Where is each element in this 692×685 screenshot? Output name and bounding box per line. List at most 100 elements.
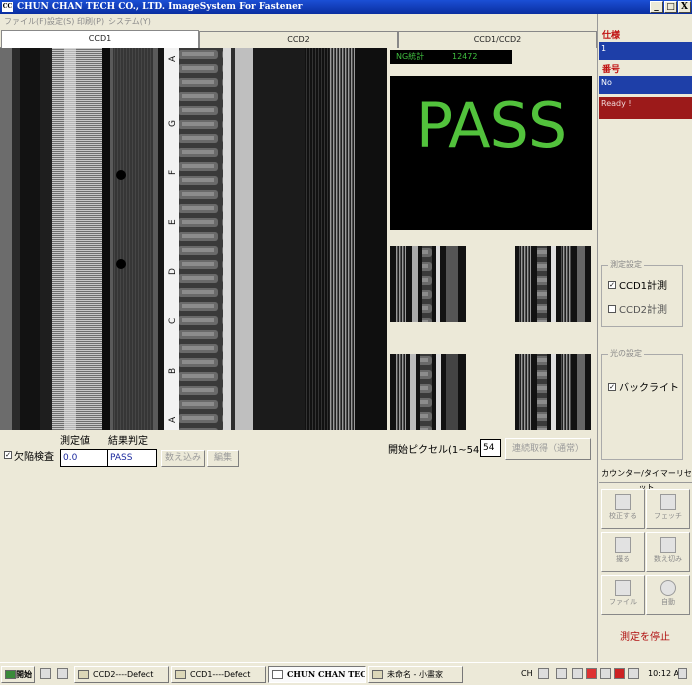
light-settings-title: 光の設定 — [608, 348, 644, 359]
backlight-label: バックライト — [619, 383, 679, 394]
thumbnail-3[interactable] — [390, 354, 466, 430]
recalc-button[interactable]: 数え込み — [161, 450, 205, 467]
title-bar[interactable]: CC CHUN CHAN TECH CO., LTD. ImageSystem … — [0, 0, 692, 14]
ng-label: NG統計 — [396, 52, 425, 61]
ruler-letter: D — [168, 268, 178, 275]
backlight-checkbox[interactable]: ✓ — [608, 383, 616, 391]
judge-value-field[interactable]: PASS — [107, 449, 157, 467]
file-label: ファイル — [609, 598, 637, 606]
close-button[interactable]: X — [678, 1, 691, 13]
menu-system[interactable]: システム(Y) — [108, 14, 151, 30]
tray-icon[interactable] — [538, 668, 549, 679]
ruler-letter: A — [168, 416, 178, 423]
measured-value-field[interactable]: 0.0 — [60, 449, 108, 467]
spec-value-field[interactable]: 1 — [599, 42, 692, 60]
tab-ccd2[interactable]: CCD2 — [199, 31, 398, 48]
app-icon: CC — [2, 2, 13, 12]
continuous-acquire-button[interactable]: 連続取得（通常） — [505, 438, 591, 460]
task-main-app[interactable]: CHUN CHAN TECH-... — [268, 666, 366, 683]
start-pixel-label: 開始ピクセル(1~54) — [388, 445, 484, 456]
capture-button[interactable]: 撮る — [601, 532, 645, 572]
window-icon — [175, 670, 186, 679]
judge-label: 結果判定 — [108, 436, 148, 447]
measure-settings-title: 測定設定 — [608, 259, 644, 270]
menu-settings[interactable]: 設定(S) — [47, 14, 74, 30]
paint-icon — [372, 670, 383, 679]
tray-icon[interactable] — [586, 668, 597, 679]
ccd1-measure-checkbox[interactable]: ✓ — [608, 281, 616, 289]
task-label: CCD1----Defect — [190, 670, 251, 679]
tray-icon[interactable] — [600, 668, 611, 679]
thumbnail-4[interactable] — [515, 354, 591, 430]
camera-image: A G F E D C B A — [0, 48, 387, 430]
task-label: 未命名 - 小畫家 — [387, 670, 443, 679]
tab-strip: CCD1 CCD2 CCD1/CCD2 — [0, 30, 597, 49]
stop-measure-button[interactable]: 測定を停止 — [600, 627, 690, 649]
auto-icon — [660, 580, 676, 596]
ruler-letter: A — [168, 55, 178, 62]
counter-reset-button[interactable]: カウンター/タイマーリセット — [599, 467, 692, 492]
spec-label: 仕様 — [602, 31, 621, 41]
fetch-icon — [660, 494, 676, 510]
count-icon — [660, 537, 676, 553]
desktop-icon[interactable] — [40, 668, 51, 679]
task-ccd2-defect[interactable]: CCD2----Defect — [74, 666, 169, 683]
measure-settings-group: 測定設定 ✓ CCD1計測 CCD2計測 — [601, 259, 683, 327]
control-panel: ✓ 欠陥検査 測定値 0.0 結果判定 PASS 数え込み 編集 開始ピクセル(… — [0, 430, 597, 660]
count-button[interactable]: 数え切み — [646, 532, 690, 572]
task-label: CCD2----Defect — [93, 670, 154, 679]
tray-icon[interactable] — [614, 668, 625, 679]
menu-print[interactable]: 印刷(P) — [77, 14, 104, 30]
task-paint[interactable]: 未命名 - 小畫家 — [368, 666, 463, 683]
tab-ccd1-ccd2[interactable]: CCD1/CCD2 — [398, 31, 597, 48]
file-icon — [615, 580, 631, 596]
minimize-button[interactable]: _ — [650, 1, 663, 13]
defect-check-checkbox[interactable]: ✓ — [4, 451, 12, 459]
count-label: 数え切み — [654, 555, 682, 563]
maximize-button[interactable]: □ — [664, 1, 677, 13]
tray-icon[interactable] — [572, 668, 583, 679]
app-icon — [272, 670, 283, 679]
auto-label: 自動 — [661, 598, 675, 606]
thumbnail-2[interactable] — [515, 246, 591, 322]
thumbnail-image — [390, 246, 466, 322]
number-value-field[interactable]: No — [599, 76, 692, 94]
task-ccd1-defect[interactable]: CCD1----Defect — [171, 666, 266, 683]
fetch-button[interactable]: フェッチ — [646, 489, 690, 529]
auto-button[interactable]: 自動 — [646, 575, 690, 615]
thumbnail-1[interactable] — [390, 246, 466, 322]
ccd2-measure-checkbox[interactable] — [608, 305, 616, 313]
tray-icon[interactable] — [556, 668, 567, 679]
light-settings-group: 光の設定 ✓ バックライト — [601, 348, 683, 460]
thumbnail-image — [390, 354, 466, 430]
calibrate-label: 校正する — [609, 512, 637, 520]
menu-bar: ファイル(F) 設定(S) 印刷(P) システム(Y) — [0, 14, 600, 30]
explorer-icon[interactable] — [57, 668, 68, 679]
file-button[interactable]: ファイル — [601, 575, 645, 615]
app-window: CC CHUN CHAN TECH CO., LTD. ImageSystem … — [0, 0, 692, 685]
camera-view[interactable]: A G F E D C B A — [0, 48, 387, 430]
status-text: Ready ! — [599, 97, 692, 119]
start-button[interactable]: 開始 — [1, 666, 35, 683]
windows-logo-icon — [5, 670, 16, 679]
start-pixel-input[interactable]: 54 — [480, 439, 501, 457]
menu-file[interactable]: ファイル(F) — [4, 14, 47, 30]
result-display: PASS — [390, 76, 592, 230]
ruler-letter: G — [168, 120, 178, 127]
tray-icon[interactable] — [628, 668, 639, 679]
defect-check-label: 欠陥検査 — [14, 452, 54, 463]
capture-icon — [615, 537, 631, 553]
ruler-letter: C — [168, 318, 178, 324]
window-icon — [78, 670, 89, 679]
ccd2-measure-label: CCD2計測 — [619, 305, 668, 316]
taskbar: 開始 CCD2----Defect CCD1----Defect CHUN CH… — [0, 662, 692, 685]
calibrate-button[interactable]: 校正する — [601, 489, 645, 529]
fetch-label: フェッチ — [654, 512, 682, 520]
result-text: PASS — [415, 89, 568, 162]
show-desktop-icon[interactable] — [678, 668, 687, 679]
start-label: 開始 — [16, 670, 32, 679]
tab-ccd1[interactable]: CCD1 — [1, 30, 199, 49]
language-indicator[interactable]: CH — [521, 669, 533, 678]
calibrate-icon — [615, 494, 631, 510]
edit-button[interactable]: 編集 — [207, 450, 239, 467]
